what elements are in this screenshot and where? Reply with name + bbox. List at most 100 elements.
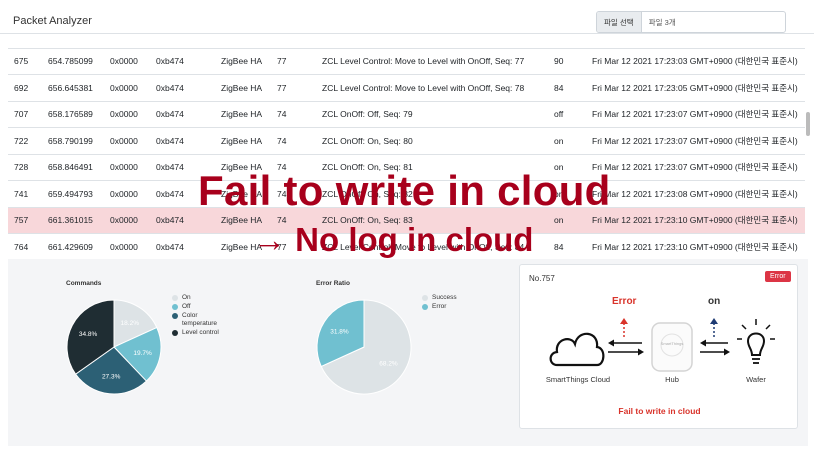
- legend-item[interactable]: On: [172, 294, 232, 302]
- table-scrollbar[interactable]: [806, 112, 810, 136]
- table-cell: 661.361015: [48, 207, 110, 234]
- app-header: Packet Analyzer 파일 선택 파일 3개: [0, 0, 814, 34]
- error-ratio-legend: Success Error: [422, 294, 472, 312]
- table-cell: [221, 34, 277, 49]
- table-cell: 675: [8, 48, 48, 75]
- table-cell: 728: [8, 154, 48, 181]
- hub-label: Hub: [665, 375, 679, 384]
- file-picker[interactable]: 파일 선택 파일 3개: [596, 11, 786, 33]
- fail-note: Fail to write in cloud: [618, 406, 701, 416]
- error-ratio-chart-title: Error Ratio: [316, 280, 350, 287]
- table-cell: 0xb474: [156, 48, 221, 75]
- table-cell: 722: [8, 127, 48, 155]
- legend-swatch: [422, 295, 428, 301]
- table-cell: 74: [277, 127, 322, 155]
- hub-logo-text: SmartThings: [660, 341, 684, 346]
- legend-swatch: [422, 304, 428, 310]
- table-cell: ZCL Level Control: Move to Level with On…: [322, 48, 554, 75]
- table-cell: 0x0000: [110, 127, 156, 155]
- table-cell: 0xb474: [156, 101, 221, 128]
- table-cell: 77: [277, 74, 322, 102]
- table-cell: 658.790199: [48, 127, 110, 155]
- table-cell: ZigBee HA: [221, 74, 277, 102]
- annotation-no-log: → No log in cloud: [253, 221, 534, 258]
- table-cell: 74: [277, 101, 322, 128]
- right-arrow-icon: [608, 348, 644, 356]
- table-cell: off: [554, 101, 592, 128]
- table-cell: 654.785099: [48, 48, 110, 75]
- pie-slice-label: 18.2%: [121, 320, 140, 327]
- table-cell: 0x0000: [110, 207, 156, 234]
- table-row[interactable]: [8, 34, 805, 49]
- table-cell: 661.429609: [48, 233, 110, 259]
- table-row[interactable]: 707 658.176589 0x0000 0xb474 ZigBee HA 74 ZCL …: [8, 101, 805, 128]
- table-cell: 0x0000: [110, 48, 156, 75]
- table-cell: ZCL OnOff: Off, Seq: 79: [322, 101, 554, 128]
- table-cell: [277, 34, 322, 49]
- commands-legend: On Off Color temperature Level control: [172, 294, 232, 338]
- legend-label: Off: [182, 303, 191, 310]
- table-cell: Fri Mar 12 2021 17:23:05 GMT+0900 (대한민국 …: [592, 74, 805, 102]
- legend-item[interactable]: Off: [172, 303, 232, 311]
- table-cell: [592, 34, 805, 49]
- lightbulb-icon: [737, 319, 775, 364]
- cloud-label: SmartThings Cloud: [545, 375, 611, 384]
- pie-slice-label: 27.3%: [102, 374, 121, 381]
- table-cell: 0x0000: [110, 74, 156, 102]
- legend-label: On: [182, 294, 191, 301]
- table-cell: Fri Mar 12 2021 17:23:07 GMT+0900 (대한민국 …: [592, 154, 805, 181]
- error-badge: Error: [765, 271, 791, 282]
- table-cell: 656.645381: [48, 74, 110, 102]
- table-cell: 77: [277, 48, 322, 75]
- table-cell: 658.176589: [48, 101, 110, 128]
- table-cell: on: [554, 127, 592, 155]
- error-label: Error: [612, 296, 637, 307]
- table-cell: 84: [554, 233, 592, 259]
- wafer-label: Wafer: [746, 375, 766, 384]
- commands-pie-chart: 18.2% 19.7% 27.3% 34.8%: [66, 299, 162, 395]
- legend-label: Color temperature: [182, 312, 218, 327]
- table-cell: [110, 34, 156, 49]
- table-cell: 692: [8, 74, 48, 102]
- table-cell: 0xb474: [156, 127, 221, 155]
- table-cell: 0x0000: [110, 154, 156, 181]
- table-cell: 0x0000: [110, 180, 156, 208]
- pie-slice-label: 31.8%: [330, 329, 349, 336]
- packet-number: No.757: [529, 274, 555, 283]
- packet-detail-card: No.757 Error Error on SmartThings Cloud …: [519, 264, 798, 429]
- legend-swatch: [172, 295, 178, 301]
- legend-item[interactable]: Level control: [172, 329, 232, 337]
- app-title: Packet Analyzer: [13, 15, 92, 27]
- error-ratio-pie-chart: 68.2% 31.8%: [316, 299, 412, 395]
- file-select-button[interactable]: 파일 선택: [597, 12, 642, 32]
- table-cell: [156, 34, 221, 49]
- table-cell: 0xb474: [156, 233, 221, 259]
- pie-slice-label: 19.7%: [133, 350, 152, 357]
- table-row[interactable]: 675 654.785099 0x0000 0xb474 ZigBee HA 77 ZCL …: [8, 48, 805, 75]
- legend-label: Error: [432, 303, 447, 310]
- commands-chart-title: Commands: [66, 280, 102, 287]
- table-cell: 659.494793: [48, 180, 110, 208]
- legend-item[interactable]: Error: [422, 303, 472, 311]
- table-cell: ZigBee HA: [221, 127, 277, 155]
- table-cell: 90: [554, 48, 592, 75]
- legend-swatch: [172, 313, 178, 319]
- table-cell: [48, 34, 110, 49]
- legend-item[interactable]: Color temperature: [172, 312, 232, 327]
- state-label: on: [708, 296, 721, 307]
- hub-device-icon: [651, 322, 693, 372]
- annotation-fail-to-write: Fail to write in cloud: [198, 167, 611, 214]
- table-cell: Fri Mar 12 2021 17:23:08 GMT+0900 (대한민국 …: [592, 180, 805, 208]
- table-row[interactable]: 692 656.645381 0x0000 0xb474 ZigBee HA 77 ZCL …: [8, 74, 805, 102]
- legend-item[interactable]: Success: [422, 294, 472, 302]
- table-cell: ZCL Level Control: Move to Level with On…: [322, 74, 554, 102]
- error-up-arrow-icon: [620, 318, 628, 337]
- table-cell: 0x0000: [110, 233, 156, 259]
- pie-slice-label: 34.8%: [79, 331, 98, 338]
- pie-slice-label: 68.2%: [379, 360, 398, 367]
- table-row[interactable]: 722 658.790199 0x0000 0xb474 ZigBee HA 74 ZCL …: [8, 127, 805, 155]
- table-cell: 757: [8, 207, 48, 234]
- state-up-arrow-icon: [710, 318, 718, 337]
- table-cell: Fri Mar 12 2021 17:23:10 GMT+0900 (대한민국 …: [592, 233, 805, 259]
- table-cell: ZCL OnOff: On, Seq: 80: [322, 127, 554, 155]
